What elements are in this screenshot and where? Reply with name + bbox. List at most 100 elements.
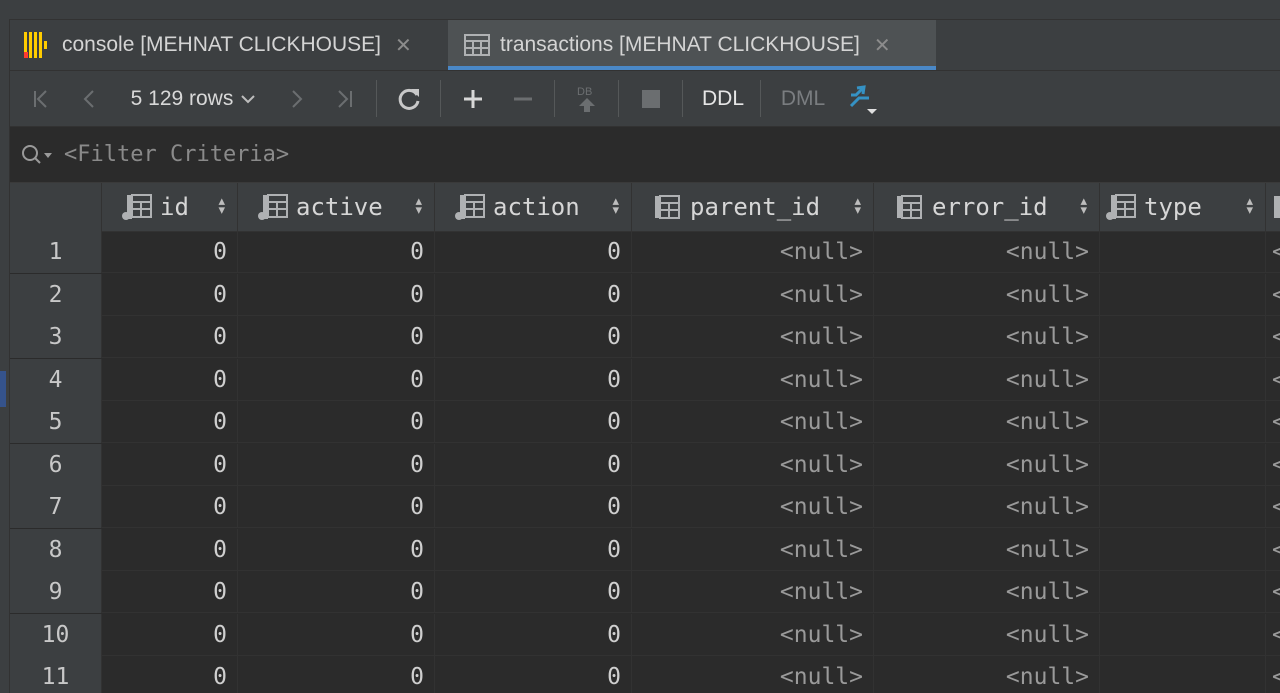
cell-error-id[interactable]: <null> [874, 401, 1100, 443]
sort-icon[interactable]: ▴ ▾ [1246, 194, 1253, 216]
cell-next-column-partial[interactable]: < [1272, 486, 1280, 528]
compare-icon[interactable] [846, 71, 882, 126]
cell-next-column-partial[interactable]: < [1272, 274, 1280, 316]
ddl-button[interactable]: DDL [698, 71, 748, 126]
cell-next-column-partial[interactable]: < [1272, 571, 1280, 613]
cell-id[interactable]: 0 [102, 443, 238, 486]
cell-id[interactable]: 0 [102, 528, 238, 571]
cell-type[interactable] [1100, 358, 1266, 401]
cell-parent-id[interactable]: <null> [632, 358, 874, 401]
cell-type[interactable] [1100, 571, 1266, 613]
table-row[interactable]: 7 0 0 0 <null> <null> < [10, 486, 1280, 528]
table-row[interactable]: 9 0 0 0 <null> <null> < [10, 571, 1280, 613]
cell-next-column-partial[interactable]: < [1272, 231, 1280, 273]
cell-type[interactable] [1100, 401, 1266, 443]
cell-next-column-partial[interactable]: < [1272, 529, 1280, 571]
last-page-icon[interactable] [330, 71, 358, 126]
cell-parent-id[interactable]: <null> [632, 486, 874, 528]
cell-type[interactable] [1100, 528, 1266, 571]
cell-next-column-partial[interactable]: < [1272, 401, 1280, 443]
delete-row-icon[interactable] [508, 71, 538, 126]
tab-transactions[interactable]: transactions [MEHNAT CLICKHOUSE] ✕ [448, 20, 936, 70]
sort-icon[interactable]: ▴ ▾ [415, 194, 422, 216]
cell-active[interactable]: 0 [238, 613, 435, 656]
cell-type[interactable] [1100, 656, 1266, 693]
cell-next-column-partial[interactable]: < [1272, 656, 1280, 693]
column-header-error-id[interactable]: error_id ▴ ▾ [874, 183, 1100, 231]
cell-active[interactable]: 0 [238, 486, 435, 528]
close-icon[interactable]: ✕ [874, 33, 891, 58]
cell-parent-id[interactable]: <null> [632, 273, 874, 316]
previous-page-icon[interactable] [76, 71, 104, 126]
cell-active[interactable]: 0 [238, 316, 435, 358]
cell-active[interactable]: 0 [238, 443, 435, 486]
table-row[interactable]: 10 0 0 0 <null> <null> < [10, 613, 1280, 656]
cell-active[interactable]: 0 [238, 231, 435, 273]
table-row[interactable]: 5 0 0 0 <null> <null> < [10, 401, 1280, 443]
cell-action[interactable]: 0 [435, 231, 632, 273]
column-header-type[interactable]: type ▴ ▾ [1100, 183, 1266, 231]
filter-bar[interactable]: <Filter Criteria> [10, 127, 1280, 183]
row-number[interactable]: 6 [10, 443, 102, 486]
cell-id[interactable]: 0 [102, 486, 238, 528]
column-header-active[interactable]: active ▴ ▾ [238, 183, 435, 231]
table-row[interactable]: 2 0 0 0 <null> <null> < [10, 273, 1280, 316]
column-header-next[interactable] [1266, 183, 1280, 231]
sort-icon[interactable]: ▴ ▾ [854, 194, 861, 216]
cell-parent-id[interactable]: <null> [632, 316, 874, 358]
tab-console[interactable]: console [MEHNAT CLICKHOUSE] ✕ [24, 20, 444, 70]
cell-type[interactable] [1100, 443, 1266, 486]
sort-icon[interactable]: ▴ ▾ [1080, 194, 1087, 216]
sort-icon[interactable]: ▴ ▾ [218, 194, 225, 216]
cell-error-id[interactable]: <null> [874, 358, 1100, 401]
row-number[interactable]: 5 [10, 401, 102, 443]
sort-icon[interactable]: ▴ ▾ [612, 194, 619, 216]
cell-active[interactable]: 0 [238, 273, 435, 316]
row-number[interactable]: 3 [10, 316, 102, 358]
cell-id[interactable]: 0 [102, 316, 238, 358]
stop-icon[interactable] [636, 71, 666, 126]
table-row[interactable]: 4 0 0 0 <null> <null> < [10, 358, 1280, 401]
row-number[interactable]: 8 [10, 528, 102, 571]
cell-id[interactable]: 0 [102, 231, 238, 273]
row-number[interactable]: 10 [10, 613, 102, 656]
cell-action[interactable]: 0 [435, 316, 632, 358]
table-row[interactable]: 8 0 0 0 <null> <null> < [10, 528, 1280, 571]
refresh-icon[interactable] [394, 71, 424, 126]
next-page-icon[interactable] [282, 71, 310, 126]
cell-parent-id[interactable]: <null> [632, 231, 874, 273]
cell-action[interactable]: 0 [435, 571, 632, 613]
cell-type[interactable] [1100, 316, 1266, 358]
close-icon[interactable]: ✕ [395, 33, 412, 58]
row-number[interactable]: 9 [10, 571, 102, 613]
cell-type[interactable] [1100, 486, 1266, 528]
cell-type[interactable] [1100, 231, 1266, 273]
cell-next-column-partial[interactable]: < [1272, 614, 1280, 656]
cell-error-id[interactable]: <null> [874, 656, 1100, 693]
cell-id[interactable]: 0 [102, 656, 238, 693]
row-number[interactable]: 11 [10, 656, 102, 693]
cell-id[interactable]: 0 [102, 273, 238, 316]
table-row[interactable]: 3 0 0 0 <null> <null> < [10, 316, 1280, 358]
cell-parent-id[interactable]: <null> [632, 401, 874, 443]
cell-action[interactable]: 0 [435, 486, 632, 528]
cell-next-column-partial[interactable]: < [1272, 316, 1280, 358]
cell-parent-id[interactable]: <null> [632, 571, 874, 613]
search-icon[interactable] [20, 143, 54, 167]
cell-id[interactable]: 0 [102, 401, 238, 443]
cell-error-id[interactable]: <null> [874, 486, 1100, 528]
cell-action[interactable]: 0 [435, 358, 632, 401]
cell-active[interactable]: 0 [238, 401, 435, 443]
cell-active[interactable]: 0 [238, 571, 435, 613]
cell-next-column-partial[interactable]: < [1272, 444, 1280, 486]
cell-id[interactable]: 0 [102, 358, 238, 401]
cell-error-id[interactable]: <null> [874, 273, 1100, 316]
cell-id[interactable]: 0 [102, 571, 238, 613]
cell-action[interactable]: 0 [435, 273, 632, 316]
row-number[interactable]: 4 [10, 358, 102, 401]
cell-parent-id[interactable]: <null> [632, 613, 874, 656]
cell-error-id[interactable]: <null> [874, 613, 1100, 656]
table-row[interactable]: 11 0 0 0 <null> <null> < [10, 656, 1280, 693]
rows-count-dropdown[interactable]: 5 129 rows [124, 71, 264, 126]
cell-action[interactable]: 0 [435, 528, 632, 571]
